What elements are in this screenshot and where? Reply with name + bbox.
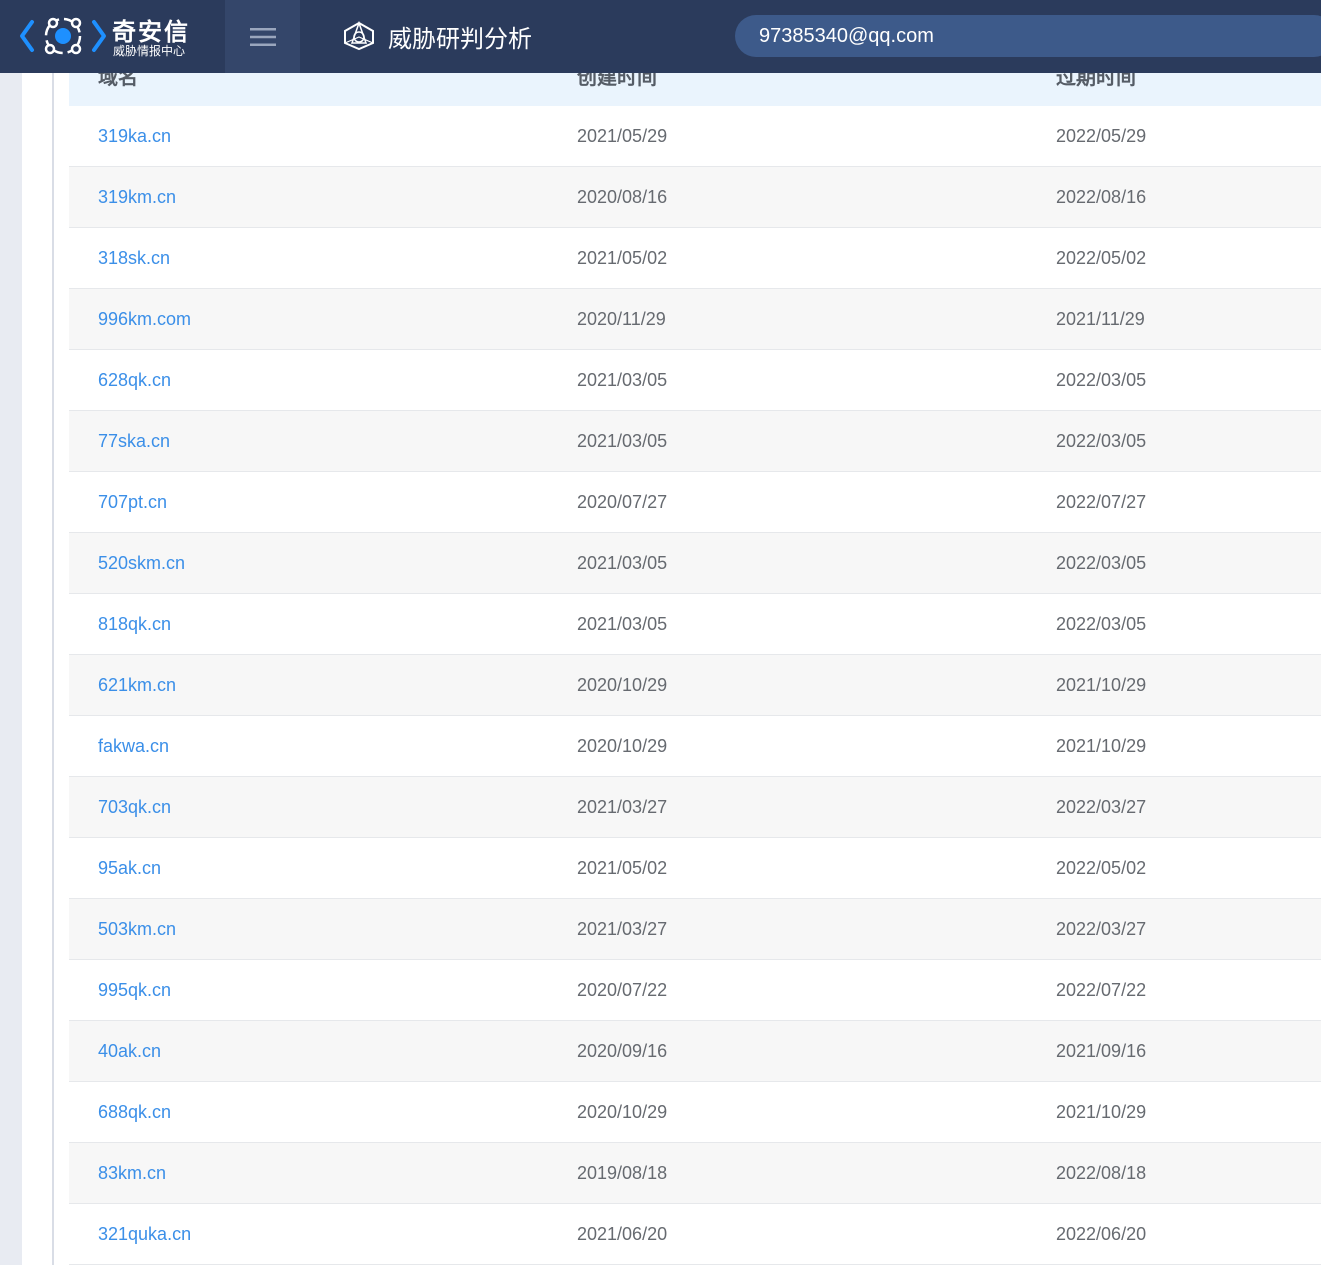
logo[interactable]: 奇安信 威胁情报中心 [18, 12, 208, 60]
expires-date: 2022/03/27 [1056, 797, 1147, 817]
created-date: 2020/07/22 [577, 980, 668, 1000]
expires-date: 2022/07/22 [1056, 980, 1147, 1000]
table-body: 319ka.cn 2021/05/29 2022/05/29 319km.cn 2020… [69, 106, 1321, 1265]
domain-link[interactable]: 503km.cn [98, 899, 176, 959]
created-date: 2020/10/29 [577, 1102, 668, 1122]
table-row[interactable]: 996km.com 2020/11/29 2021/11/29 [69, 289, 1321, 350]
table-row[interactable]: 40ak.cn 2020/09/16 2021/09/16 [69, 1021, 1321, 1082]
content-panel: 域名 创建时间 过期时间 319ka.cn 2021/05/29 2022/05/2… [22, 73, 1321, 1265]
expires-date: 2022/07/27 [1056, 492, 1147, 512]
expires-date: 2022/05/02 [1056, 248, 1147, 268]
table-row[interactable]: 621km.cn 2020/10/29 2021/10/29 [69, 655, 1321, 716]
domain-link[interactable]: 996km.com [98, 289, 191, 349]
created-date: 2021/03/27 [577, 797, 668, 817]
domain-link[interactable]: 621km.cn [98, 655, 176, 715]
domain-link[interactable]: 83km.cn [98, 1143, 166, 1203]
table-row[interactable]: 520skm.cn 2021/03/05 2022/03/05 [69, 533, 1321, 594]
domain-link[interactable]: 818qk.cn [98, 594, 171, 654]
created-date: 2020/09/16 [577, 1041, 668, 1061]
table-row[interactable]: 707pt.cn 2020/07/27 2022/07/27 [69, 472, 1321, 533]
domain-link[interactable]: 995qk.cn [98, 960, 171, 1020]
created-date: 2021/05/29 [577, 126, 668, 146]
table-row[interactable]: 628qk.cn 2021/03/05 2022/03/05 [69, 350, 1321, 411]
domain-link[interactable]: 628qk.cn [98, 350, 171, 410]
table-row[interactable]: 688qk.cn 2020/10/29 2021/10/29 [69, 1082, 1321, 1143]
table-row[interactable]: 503km.cn 2021/03/27 2022/03/27 [69, 899, 1321, 960]
created-date: 2021/05/02 [577, 858, 668, 878]
created-date: 2021/05/02 [577, 248, 668, 268]
expires-date: 2022/08/16 [1056, 187, 1147, 207]
column-header-domain: 域名 [98, 73, 138, 89]
table-row[interactable]: 318sk.cn 2021/05/02 2022/05/02 [69, 228, 1321, 289]
table-row[interactable]: 83km.cn 2019/08/18 2022/08/18 [69, 1143, 1321, 1204]
left-gutter [0, 73, 22, 1265]
expires-date: 2022/08/18 [1056, 1163, 1147, 1183]
domain-link[interactable]: 707pt.cn [98, 472, 167, 532]
table-row[interactable]: 77ska.cn 2021/03/05 2022/03/05 [69, 411, 1321, 472]
domain-link[interactable]: 688qk.cn [98, 1082, 171, 1142]
created-date: 2021/03/05 [577, 614, 668, 634]
column-header-expires: 过期时间 [1056, 73, 1136, 89]
expires-date: 2021/10/29 [1056, 1102, 1147, 1122]
table-row[interactable]: fakwa.cn 2020/10/29 2021/10/29 [69, 716, 1321, 777]
top-navigation-bar: 奇安信 威胁情报中心 威胁研判分析 97385340@qq.com [0, 0, 1321, 73]
domain-link[interactable]: 318sk.cn [98, 228, 170, 288]
created-date: 2021/03/27 [577, 919, 668, 939]
table-header: 域名 创建时间 过期时间 [69, 73, 1321, 106]
domain-table: 域名 创建时间 过期时间 319ka.cn 2021/05/29 2022/05/2… [69, 73, 1321, 1265]
domain-link[interactable]: 520skm.cn [98, 533, 185, 593]
expires-date: 2022/05/29 [1056, 126, 1147, 146]
table-row[interactable]: 703qk.cn 2021/03/27 2022/03/27 [69, 777, 1321, 838]
created-date: 2021/03/05 [577, 431, 668, 451]
domain-link[interactable]: fakwa.cn [98, 716, 169, 776]
domain-link[interactable]: 319ka.cn [98, 106, 171, 166]
created-date: 2020/10/29 [577, 736, 668, 756]
expires-date: 2021/10/29 [1056, 675, 1147, 695]
threat-analysis-icon [344, 21, 374, 51]
expires-date: 2021/11/29 [1056, 309, 1145, 329]
created-date: 2020/08/16 [577, 187, 668, 207]
expires-date: 2022/03/05 [1056, 370, 1147, 390]
domain-link[interactable]: 703qk.cn [98, 777, 171, 837]
panel-divider [52, 73, 54, 1265]
created-date: 2020/11/29 [577, 309, 666, 329]
expires-date: 2022/03/27 [1056, 919, 1147, 939]
domain-link[interactable]: 95ak.cn [98, 838, 161, 898]
created-date: 2019/08/18 [577, 1163, 668, 1183]
search-input[interactable]: 97385340@qq.com [735, 15, 1321, 57]
created-date: 2021/06/20 [577, 1224, 668, 1244]
table-row[interactable]: 995qk.cn 2020/07/22 2022/07/22 [69, 960, 1321, 1021]
table-row[interactable]: 818qk.cn 2021/03/05 2022/03/05 [69, 594, 1321, 655]
table-row[interactable]: 319ka.cn 2021/05/29 2022/05/29 [69, 106, 1321, 167]
expires-date: 2022/03/05 [1056, 553, 1147, 573]
hamburger-menu-icon [249, 27, 276, 46]
search-input-value: 97385340@qq.com [759, 24, 934, 47]
qianxin-logo-icon [20, 17, 106, 55]
table-row[interactable]: 95ak.cn 2021/05/02 2022/05/02 [69, 838, 1321, 899]
expires-date: 2021/10/29 [1056, 736, 1147, 756]
created-date: 2020/10/29 [577, 675, 668, 695]
created-date: 2021/03/05 [577, 553, 668, 573]
domain-link[interactable]: 319km.cn [98, 167, 176, 227]
expires-date: 2022/06/20 [1056, 1224, 1147, 1244]
domain-link[interactable]: 321quka.cn [98, 1204, 191, 1264]
menu-toggle-button[interactable] [225, 0, 300, 73]
domain-link[interactable]: 40ak.cn [98, 1021, 161, 1081]
logo-subtitle: 威胁情报中心 [113, 44, 186, 58]
created-date: 2021/03/05 [577, 370, 668, 390]
created-date: 2020/07/27 [577, 492, 668, 512]
expires-date: 2022/05/02 [1056, 858, 1147, 878]
domain-link[interactable]: 77ska.cn [98, 411, 170, 471]
page-heading: 威胁研判分析 [342, 18, 532, 54]
expires-date: 2022/03/05 [1056, 614, 1147, 634]
column-header-created: 创建时间 [577, 73, 657, 89]
expires-date: 2022/03/05 [1056, 431, 1147, 451]
table-row[interactable]: 319km.cn 2020/08/16 2022/08/16 [69, 167, 1321, 228]
expires-date: 2021/09/16 [1056, 1041, 1147, 1061]
table-row[interactable]: 321quka.cn 2021/06/20 2022/06/20 [69, 1204, 1321, 1265]
page-title: 威胁研判分析 [388, 24, 532, 53]
